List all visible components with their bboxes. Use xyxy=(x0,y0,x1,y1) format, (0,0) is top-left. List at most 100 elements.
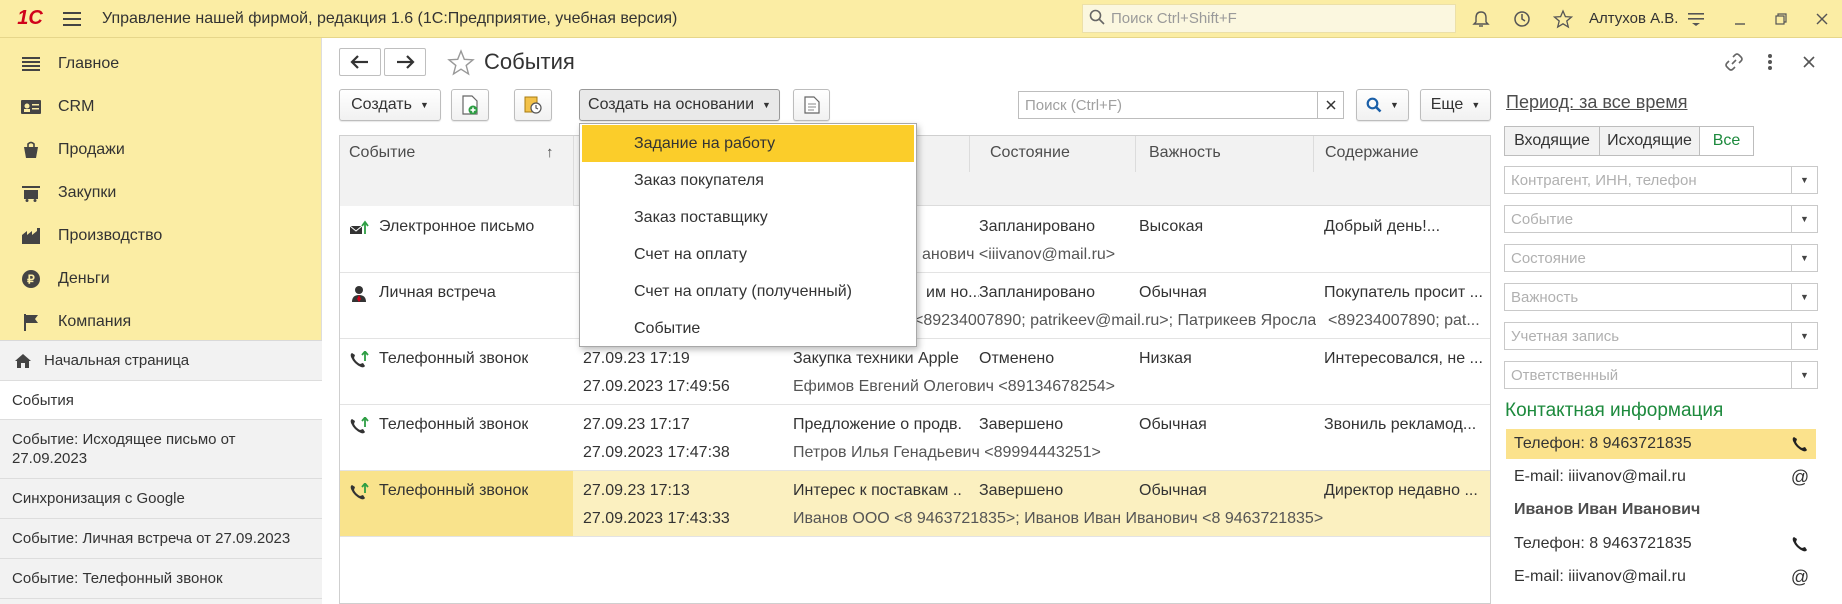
sort-ascending-icon[interactable]: ↑ xyxy=(546,144,554,161)
report-button[interactable] xyxy=(793,89,830,121)
forward-button[interactable] xyxy=(384,48,426,76)
more-button[interactable]: Еще ▼ xyxy=(1420,89,1491,121)
chevron-down-icon[interactable]: ▼ xyxy=(1791,362,1817,388)
close-icon[interactable] xyxy=(1809,6,1835,32)
contact-phone[interactable]: Телефон: 8 9463721835 xyxy=(1506,529,1816,559)
chevron-down-icon: ▼ xyxy=(1390,100,1399,110)
1c-logo[interactable]: 1С xyxy=(8,0,52,38)
nav-company[interactable]: Компания xyxy=(0,300,321,343)
menu-icon[interactable] xyxy=(52,0,92,38)
chevron-down-icon[interactable]: ▼ xyxy=(1791,245,1817,271)
chevron-down-icon[interactable]: ▼ xyxy=(1791,284,1817,310)
phone-icon[interactable] xyxy=(1790,534,1810,554)
nav-purchases[interactable]: Закупки xyxy=(0,171,321,214)
copy-create-button[interactable] xyxy=(451,89,489,121)
open-item-google-sync[interactable]: Синхронизация с Google xyxy=(0,479,322,519)
purchases-icon xyxy=(20,182,42,204)
global-search-input[interactable]: Поиск Ctrl+Shift+F xyxy=(1082,4,1456,33)
restore-icon[interactable] xyxy=(1768,6,1794,32)
flag-icon xyxy=(20,311,42,333)
row-state: Запланировано xyxy=(979,218,1095,235)
open-item-phone-call[interactable]: Событие: Телефонный звонок xyxy=(0,559,322,599)
create-button[interactable]: Создать ▼ xyxy=(339,89,441,121)
table-row[interactable]: Телефонный звонок 27.09.23 17:19 Закупка… xyxy=(340,339,1490,405)
column-state[interactable]: Состояние xyxy=(990,144,1070,162)
nav-production[interactable]: Производство xyxy=(0,214,321,257)
contact-email[interactable]: E-mail: iiivanov@mail.ru @ xyxy=(1506,462,1816,492)
filter-state[interactable]: Состояние ▼ xyxy=(1504,244,1818,272)
table-row[interactable]: Телефонный звонок 27.09.23 17:17 Предлож… xyxy=(340,405,1490,471)
minimize-icon[interactable] xyxy=(1727,6,1753,32)
nav-main[interactable]: Главное xyxy=(0,42,321,85)
chevron-down-icon[interactable]: ▼ xyxy=(1791,323,1817,349)
home-icon xyxy=(14,353,32,369)
at-icon[interactable]: @ xyxy=(1790,467,1810,487)
period-link[interactable]: Период: за все время xyxy=(1506,92,1687,113)
more-label: Еще xyxy=(1430,96,1464,113)
segment-incoming[interactable]: Входящие xyxy=(1504,126,1600,156)
contact-phone[interactable]: Телефон: 8 9463721835 xyxy=(1506,429,1816,459)
clear-search-icon[interactable] xyxy=(1318,91,1344,119)
row-content-extra: <89234007890; pat... xyxy=(1328,312,1480,329)
favorite-star-icon[interactable] xyxy=(446,48,476,78)
contact-label: Телефон: 8 9463721835 xyxy=(1514,535,1692,552)
segment-outgoing[interactable]: Исходящие xyxy=(1599,126,1700,156)
filter-importance[interactable]: Важность ▼ xyxy=(1504,283,1818,311)
menu-item-event[interactable]: Событие xyxy=(580,310,916,347)
phone-icon[interactable] xyxy=(1790,434,1810,454)
open-item-personal-meeting[interactable]: Событие: Личная встреча от 27.09.2023 xyxy=(0,519,322,559)
menu-item-invoice-received[interactable]: Счет на оплату (полученный) xyxy=(580,273,916,310)
svg-text:₽: ₽ xyxy=(27,272,35,286)
open-item-events[interactable]: События xyxy=(0,381,322,420)
table-row-selected[interactable]: Телефонный звонок 27.09.23 17:13 Интерес… xyxy=(340,471,1490,537)
column-content[interactable]: Содержание xyxy=(1325,144,1419,162)
open-item-home[interactable]: Начальная страница xyxy=(0,341,322,381)
more-vertical-icon[interactable] xyxy=(1758,50,1782,74)
filter-responsible[interactable]: Ответственный ▼ xyxy=(1504,361,1818,389)
column-event[interactable]: Событие xyxy=(349,144,415,162)
chevron-down-icon[interactable]: ▼ xyxy=(1791,206,1817,232)
sales-icon xyxy=(20,139,42,161)
menu-item-supplier-order[interactable]: Заказ поставщику xyxy=(580,199,916,236)
phone-outgoing-icon xyxy=(348,417,370,435)
filter-counterparty[interactable]: Контрагент, ИНН, телефон ▼ xyxy=(1504,166,1818,194)
row-importance: Обычная xyxy=(1139,482,1207,499)
link-icon[interactable] xyxy=(1722,50,1746,74)
search-button[interactable]: ▼ xyxy=(1356,89,1409,121)
row-date: 27.09.23 17:17 xyxy=(583,416,690,433)
contacts-title: Контактная информация xyxy=(1505,400,1724,421)
nav-crm[interactable]: CRM xyxy=(0,85,321,128)
contact-label: Телефон: 8 9463721835 xyxy=(1514,435,1692,452)
menu-item-work-order[interactable]: Задание на работу xyxy=(582,125,914,162)
open-item-outgoing-letter[interactable]: Событие: Исходящее письмо от 27.09.2023 xyxy=(0,420,322,479)
filter-event[interactable]: Событие ▼ xyxy=(1504,205,1818,233)
star-icon[interactable] xyxy=(1550,6,1576,32)
filter-placeholder: Ответственный xyxy=(1511,366,1619,384)
sections-panel: Главное CRM Продажи Закупки Производство… xyxy=(0,38,322,604)
arrow-left-icon xyxy=(350,55,370,69)
at-icon[interactable]: @ xyxy=(1790,567,1810,587)
list-search-input[interactable]: Поиск (Ctrl+F) xyxy=(1018,91,1318,119)
user-name[interactable]: Алтухов А.В. xyxy=(1589,10,1678,27)
menu-item-invoice[interactable]: Счет на оплату xyxy=(580,236,916,273)
contact-person-name: Иванов Иван Иванович xyxy=(1506,495,1816,525)
email-outgoing-icon xyxy=(348,219,370,237)
nav-money[interactable]: ₽ Деньги xyxy=(0,257,321,300)
bell-icon[interactable] xyxy=(1468,6,1494,32)
contact-email[interactable]: E-mail: iiivanov@mail.ru @ xyxy=(1506,562,1816,592)
column-importance[interactable]: Важность xyxy=(1149,144,1221,162)
nav-sales[interactable]: Продажи xyxy=(0,128,321,171)
settings-menu-icon[interactable] xyxy=(1683,6,1709,32)
menu-item-customer-order[interactable]: Заказ покупателя xyxy=(580,162,916,199)
create-based-on-button[interactable]: Создать на основании ▼ xyxy=(579,89,780,121)
segment-all[interactable]: Все xyxy=(1699,126,1754,156)
back-button[interactable] xyxy=(339,48,381,76)
document-clock-button[interactable] xyxy=(514,89,552,121)
filter-account[interactable]: Учетная запись ▼ xyxy=(1504,322,1818,350)
close-form-icon[interactable] xyxy=(1797,50,1821,74)
chevron-down-icon[interactable]: ▼ xyxy=(1791,167,1817,193)
row-importance: Обычная xyxy=(1139,416,1207,433)
history-icon[interactable] xyxy=(1509,6,1535,32)
row-content: Покупатель просит ... xyxy=(1324,284,1483,301)
row-datetime: 27.09.2023 17:43:33 xyxy=(583,510,730,527)
